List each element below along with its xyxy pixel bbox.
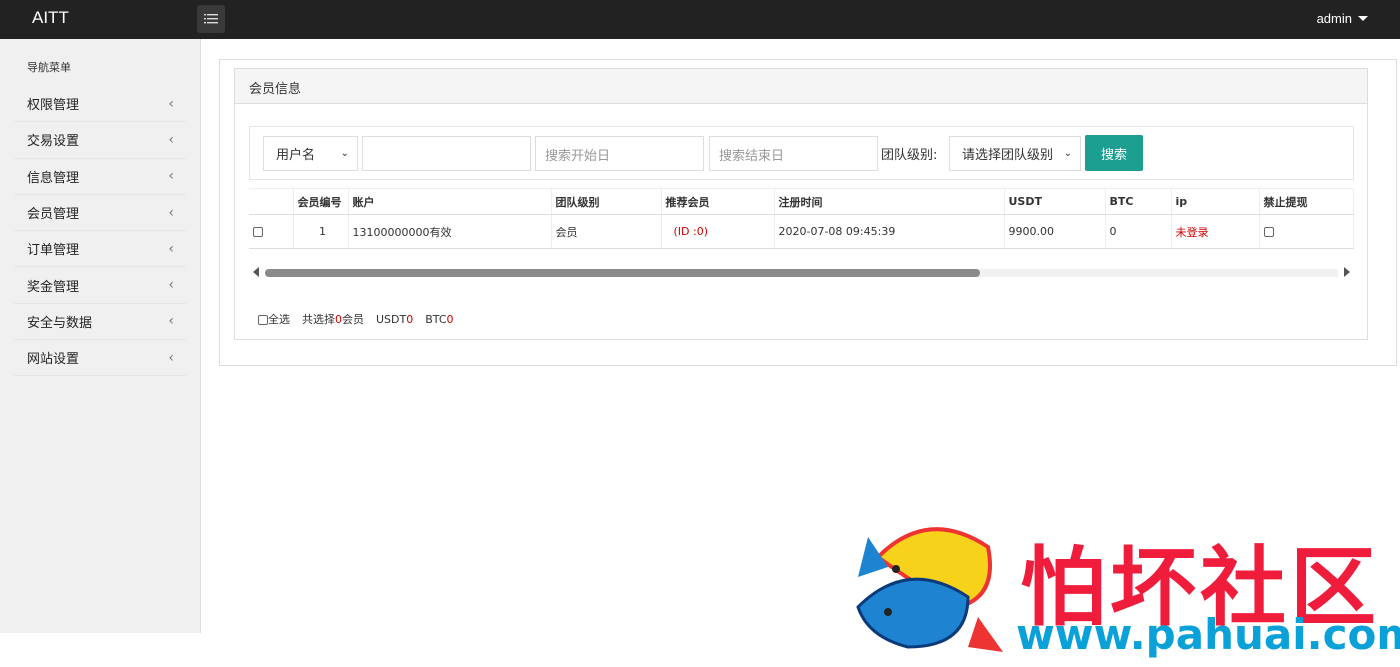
- member-id: 1: [293, 214, 349, 249]
- chevron-left-icon: ‹: [168, 240, 174, 257]
- sidebar-item-label: 订单管理: [27, 243, 80, 259]
- scroll-track[interactable]: [265, 269, 1338, 277]
- selected-count-text: 共选择0会员: [302, 311, 364, 327]
- sidebar-item-label: 交易设置: [27, 134, 80, 150]
- keyword-input[interactable]: [362, 136, 531, 171]
- sidebar-item-security[interactable]: 安全与数据 ‹: [14, 304, 186, 341]
- column-header[interactable]: 团队级别: [551, 188, 662, 215]
- chevron-left-icon: ‹: [168, 131, 174, 148]
- brand-title[interactable]: AITT: [32, 8, 69, 28]
- sidebar-item-label: 奖金管理: [27, 279, 80, 295]
- column-header[interactable]: 注册时间: [774, 188, 1005, 215]
- sidebar-item-bonus[interactable]: 奖金管理 ‹: [14, 267, 186, 304]
- chevron-left-icon: ‹: [168, 95, 174, 112]
- search-field-select[interactable]: 用户名 ⌄: [263, 136, 358, 171]
- ip-cell: 未登录: [1171, 214, 1260, 249]
- referrer-cell[interactable]: (ID :0): [661, 214, 775, 249]
- selected-suffix: 会员: [342, 313, 364, 326]
- chevron-left-icon: ‹: [168, 349, 174, 366]
- sidebar-item-trade-settings[interactable]: 交易设置 ‹: [14, 122, 186, 159]
- menu-toggle-button[interactable]: [197, 5, 225, 33]
- caret-down-icon: [1358, 16, 1368, 21]
- team-level-label: 团队级别:: [881, 148, 938, 163]
- disable-withdraw-checkbox[interactable]: [1263, 227, 1274, 237]
- sidebar-item-label: 权限管理: [27, 98, 80, 114]
- select-value: 用户名: [276, 148, 316, 163]
- usdt-cell: 9900.00: [1004, 214, 1106, 249]
- user-name: admin: [1316, 11, 1352, 26]
- scroll-right-icon[interactable]: [1344, 267, 1350, 277]
- sidebar-item-label: 网站设置: [27, 352, 80, 368]
- column-header[interactable]: 账户: [348, 188, 552, 215]
- select-all-label: 全选: [268, 313, 290, 326]
- end-date-input[interactable]: 搜索结束日: [709, 136, 878, 171]
- chevron-left-icon: ‹: [168, 204, 174, 221]
- usdt-value: 0: [406, 312, 414, 326]
- chevron-left-icon: ‹: [168, 277, 174, 294]
- list-icon: [204, 14, 218, 24]
- search-button[interactable]: 搜索: [1085, 135, 1143, 171]
- btc-cell: 0: [1105, 214, 1172, 249]
- sidebar-item-label: 信息管理: [27, 170, 80, 186]
- chevron-down-icon: ⌄: [340, 148, 349, 159]
- fish-logo-icon: [856, 527, 1003, 652]
- row-checkbox[interactable]: [253, 227, 263, 237]
- team-level-cell: 会员: [551, 214, 662, 249]
- select-all[interactable]: 全选: [258, 311, 290, 327]
- team-level-select[interactable]: 请选择团队级别 ⌄: [949, 136, 1081, 171]
- chevron-down-icon: ⌄: [1063, 148, 1072, 159]
- selection-summary: 全选 共选择0会员 USDT0 BTC0: [258, 311, 454, 327]
- column-header[interactable]: BTC: [1105, 188, 1172, 215]
- start-date-input[interactable]: 搜索开始日: [535, 136, 704, 171]
- table-row: 1 13100000000有效 会员 (ID :0) 2020-07-08 09…: [249, 214, 1354, 249]
- select-value: 请选择团队级别: [962, 148, 1054, 163]
- btc-label: BTC: [425, 312, 447, 326]
- btc-value: 0: [446, 312, 454, 326]
- sidebar-item-info[interactable]: 信息管理 ‹: [14, 159, 186, 195]
- selected-prefix: 共选择: [302, 313, 335, 326]
- search-bar: 用户名 ⌄ 搜索开始日 搜索结束日 团队级别: 请选择团队级别 ⌄ 搜索: [249, 126, 1354, 180]
- column-header[interactable]: ip: [1171, 188, 1260, 215]
- table-header-row: 会员编号 账户 团队级别 推荐会员 注册时间 USDT BTC ip 禁止提现: [249, 188, 1354, 215]
- btc-total: BTC0: [425, 313, 453, 326]
- sidebar-item-site-settings[interactable]: 网站设置 ‹: [14, 340, 186, 377]
- column-header[interactable]: USDT: [1004, 188, 1106, 215]
- chevron-left-icon: ‹: [168, 313, 174, 330]
- watermark-url: www.pahuai.com: [1016, 610, 1400, 659]
- horizontal-scrollbar[interactable]: [249, 263, 1354, 283]
- column-header[interactable]: 会员编号: [293, 188, 349, 215]
- sidebar-heading: 导航菜单: [27, 61, 71, 74]
- scroll-left-icon[interactable]: [253, 267, 259, 277]
- column-header-select: [249, 188, 294, 215]
- top-bar: AITT admin: [0, 0, 1400, 39]
- sidebar-item-orders[interactable]: 订单管理 ‹: [14, 231, 186, 268]
- watermark: 怕坏社区 www.pahuai.com: [848, 515, 1400, 665]
- sidebar-item-permissions[interactable]: 权限管理 ‹: [14, 86, 186, 123]
- sidebar-item-label: 安全与数据: [27, 315, 93, 331]
- sidebar-item-label: 会员管理: [27, 207, 80, 223]
- chevron-left-icon: ‹: [168, 168, 174, 185]
- selected-count: 0: [335, 313, 342, 326]
- column-header[interactable]: 禁止提现: [1259, 188, 1354, 215]
- select-all-checkbox[interactable]: [258, 315, 268, 325]
- panel-title: 会员信息: [235, 69, 1367, 104]
- member-table: 会员编号 账户 团队级别 推荐会员 注册时间 USDT BTC ip 禁止提现 …: [249, 188, 1354, 249]
- usdt-label: USDT: [376, 312, 407, 326]
- scroll-thumb[interactable]: [265, 269, 980, 277]
- usdt-total: USDT0: [376, 313, 413, 326]
- sidebar: 导航菜单 权限管理 ‹ 交易设置 ‹ 信息管理 ‹ 会员管理 ‹ 订单管理 ‹ 奖金管理 ‹…: [0, 39, 201, 633]
- registered-time-cell: 2020-07-08 09:45:39: [774, 214, 1005, 249]
- sidebar-item-members[interactable]: 会员管理 ‹: [14, 195, 186, 232]
- user-menu[interactable]: admin: [1317, 11, 1368, 26]
- account-cell: 13100000000有效: [348, 214, 552, 249]
- column-header[interactable]: 推荐会员: [661, 188, 775, 215]
